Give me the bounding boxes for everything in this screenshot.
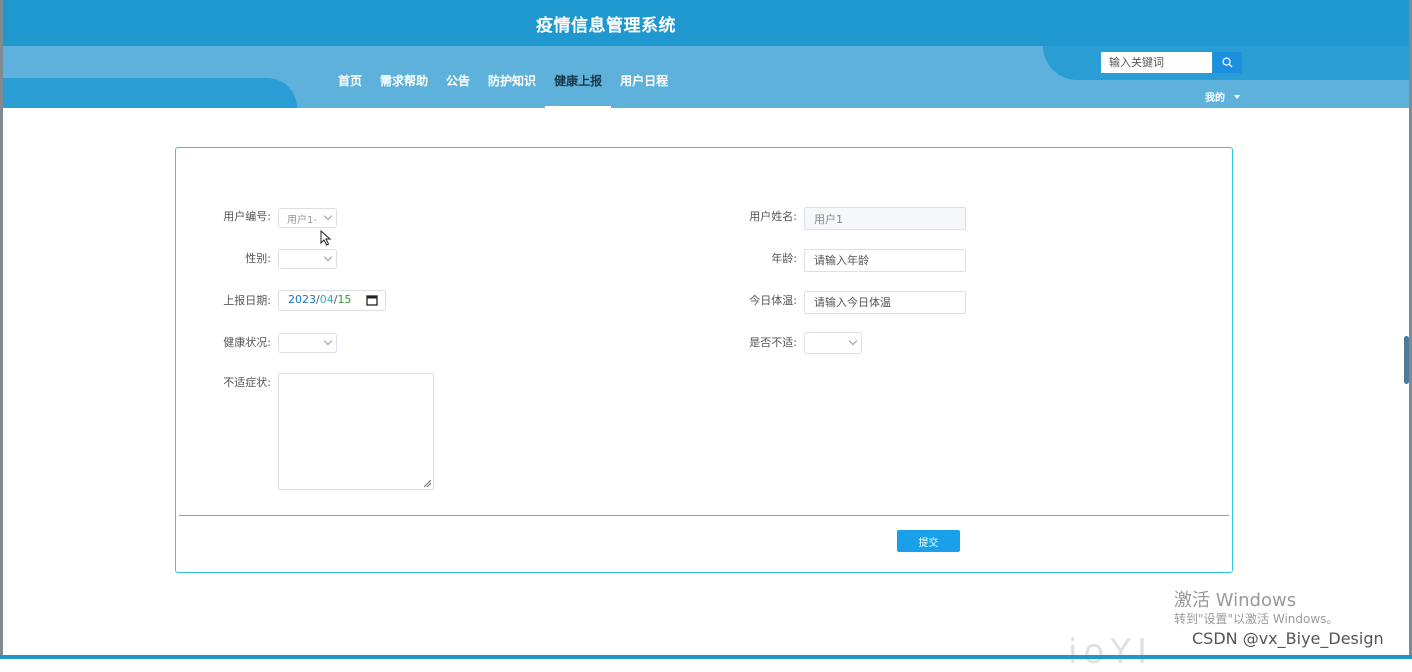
window-frame-bottom [0, 655, 1412, 659]
health-status-select[interactable] [278, 333, 337, 353]
unwell-label: 是否不适: [749, 336, 797, 349]
main-nav: 首页 需求帮助 公告 防护知识 健康上报 用户日程 [338, 70, 677, 108]
symptoms-label: 不适症状: [223, 376, 271, 389]
band-decoration-left [3, 78, 297, 108]
chevron-down-icon [848, 336, 858, 346]
windows-activation-title: 激活 Windows [1174, 590, 1297, 611]
nav-item-home[interactable]: 首页 [338, 70, 371, 108]
search-input[interactable] [1101, 52, 1212, 73]
nav-item-health-report[interactable]: 健康上报 [545, 70, 612, 108]
user-no-label: 用户编号: [223, 210, 271, 223]
user-no-value: 用户1 [287, 215, 314, 226]
search-icon [1222, 57, 1233, 68]
report-date-label: 上报日期: [223, 294, 271, 307]
background-watermark-glyphs: ioYI [1068, 632, 1154, 672]
user-menu[interactable]: 我的 [1205, 89, 1240, 104]
nav-item-help-requests[interactable]: 需求帮助 [371, 70, 437, 108]
submit-button[interactable]: 提交 [897, 530, 960, 552]
user-no-select[interactable]: 用户1- [278, 208, 337, 228]
report-date-input[interactable]: 2023/04/15 [278, 290, 386, 311]
date-year: 2023 [288, 293, 316, 306]
symptoms-textarea[interactable] [278, 373, 434, 490]
chevron-down-icon [323, 211, 333, 221]
site-title: 疫情信息管理系统 [536, 16, 676, 36]
resize-handle-icon[interactable] [424, 480, 431, 487]
age-input[interactable] [804, 249, 966, 272]
user-menu-label: 我的 [1205, 93, 1225, 104]
caret-down-icon [1234, 94, 1240, 99]
csdn-watermark: CSDN @vx_Biye_Design [1192, 629, 1384, 648]
form-divider [179, 515, 1229, 516]
health-status-label: 健康状况: [223, 336, 271, 349]
nav-item-user-schedule[interactable]: 用户日程 [611, 70, 677, 108]
date-month: 04 [319, 293, 334, 306]
scrollbar-handle[interactable] [1404, 336, 1409, 384]
user-name-label: 用户姓名: [749, 210, 797, 223]
header-title-bar: 疫情信息管理系统 [3, 0, 1409, 46]
temperature-label: 今日体温: [749, 294, 797, 307]
user-name-field [804, 207, 966, 230]
chevron-down-icon [323, 252, 333, 262]
windows-activation-subtitle: 转到"设置"以激活 Windows。 [1174, 612, 1339, 626]
temperature-input[interactable] [804, 291, 966, 314]
chevron-down-icon [323, 336, 333, 346]
mouse-cursor-icon [320, 230, 332, 246]
unwell-select[interactable] [804, 332, 862, 354]
search-button[interactable] [1213, 52, 1242, 73]
age-label: 年龄: [771, 252, 797, 265]
gender-select[interactable] [278, 249, 337, 269]
gender-label: 性别: [245, 252, 271, 265]
nav-item-protection-knowledge[interactable]: 防护知识 [479, 70, 545, 108]
date-day: 15 [337, 293, 352, 306]
nav-item-announcements[interactable]: 公告 [437, 70, 479, 108]
calendar-icon[interactable] [366, 294, 378, 306]
